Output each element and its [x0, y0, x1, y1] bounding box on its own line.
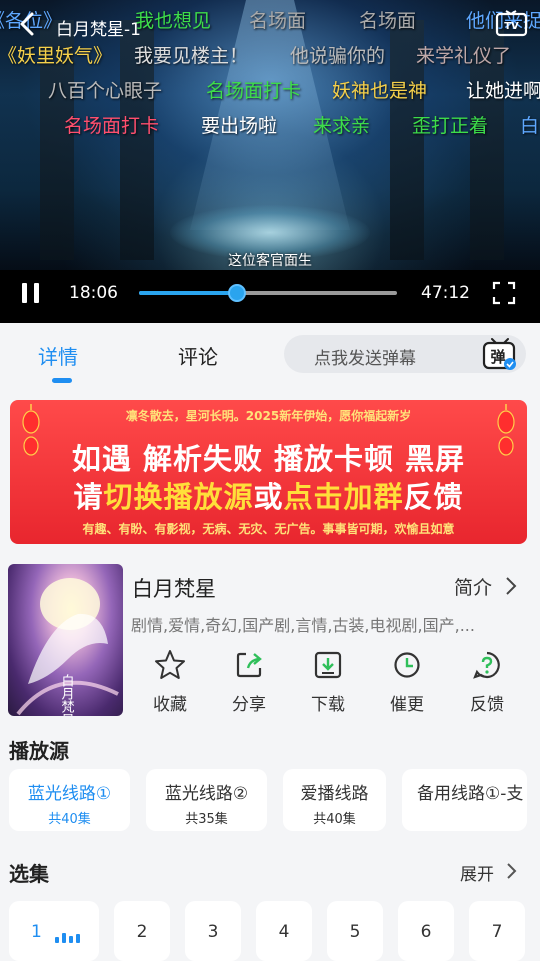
banner-greeting: 凛冬散去，星河长明。2025新年伊始，愿你福起新岁 — [125, 409, 412, 423]
tab-details[interactable]: 详情 — [38, 341, 78, 370]
source-option[interactable]: 备用线路①-支 — [402, 769, 527, 831]
download-button[interactable]: 下载 — [298, 648, 358, 715]
video-title: 白月梵星-1 — [56, 20, 141, 40]
share-button[interactable]: 分享 — [219, 648, 279, 715]
cast-tv-icon[interactable]: TV — [494, 9, 530, 41]
danmaku-comment: 让她进啊 — [466, 80, 540, 102]
danmaku-comment: 来求亲 — [313, 115, 371, 137]
danmaku-comment: 八百个心眼子 — [48, 80, 163, 102]
svg-text:TV: TV — [504, 21, 519, 32]
favorite-button[interactable]: 收藏 — [140, 648, 200, 715]
star-icon — [155, 650, 185, 679]
episode-button[interactable]: 7 — [469, 901, 525, 961]
seek-bar-progress — [139, 291, 238, 295]
now-playing-icon — [55, 931, 85, 943]
episode-button[interactable]: 5 — [327, 901, 383, 961]
show-title: 白月梵星 — [132, 577, 216, 601]
episode-button[interactable]: 1 — [9, 901, 99, 961]
danmaku-comment: 名场面打卡 — [206, 80, 302, 102]
chevron-right-icon[interactable] — [505, 862, 517, 880]
feedback-icon — [473, 651, 500, 679]
show-info: 白月梵星 白月梵星 简介 剧情,爱情,奇幻,国产剧,言情,古装,电视剧,国产,.… — [0, 556, 540, 726]
intro-link[interactable]: 简介 — [454, 573, 492, 600]
download-icon — [314, 651, 342, 679]
pause-icon[interactable] — [19, 281, 43, 305]
sources-heading: 播放源 — [9, 739, 69, 763]
player-top-bar: 白月梵星-1 TV — [0, 0, 540, 50]
banner-instruction: 请切换播放源或点击加群反馈 — [73, 480, 464, 514]
seek-bar-thumb[interactable] — [228, 284, 247, 302]
player-controls: 18:06 47:12 — [0, 272, 540, 314]
source-option[interactable]: 蓝光线路② 共35集 — [146, 769, 267, 831]
source-option[interactable]: 爱播线路 共40集 — [283, 769, 386, 831]
announcement-banner[interactable]: 凛冬散去，星河长明。2025新年伊始，愿你福起新岁 如遇 解析失败 播放卡顿 黑… — [10, 400, 527, 544]
tab-comments[interactable]: 评论 — [178, 341, 218, 370]
video-player[interactable]: 这位客官面生 《各位》 我也想见 名场面 名场面 他们来捉我 《妖里妖气》 我要… — [0, 0, 540, 323]
expand-episodes-link[interactable]: 展开 — [460, 860, 494, 885]
danmaku-comment: 歪打正着 — [412, 115, 489, 137]
feedback-button[interactable]: 反馈 — [457, 648, 517, 715]
episodes-heading: 选集 — [9, 862, 49, 886]
share-icon — [236, 652, 262, 678]
danmaku-comment: 妖神也是神 — [332, 80, 428, 102]
danmaku-comment: 名场面打卡 — [64, 115, 160, 137]
total-time: 47:12 — [421, 283, 470, 303]
tab-active-indicator — [52, 378, 72, 383]
show-genres: 剧情,爱情,奇幻,国产剧,言情,古装,电视剧,国产,... — [131, 616, 475, 635]
back-arrow-icon[interactable] — [14, 10, 42, 38]
episode-button[interactable]: 4 — [256, 901, 312, 961]
source-option[interactable]: 蓝光线路① 共40集 — [9, 769, 130, 831]
danmaku-input-placeholder: 点我发送弹幕 — [314, 349, 416, 369]
banner-headline: 如遇 解析失败 播放卡顿 黑屏 — [71, 442, 466, 476]
danmaku-toggle-icon[interactable]: 弹 — [482, 337, 518, 371]
video-subtitle: 这位客官面生 — [228, 253, 312, 269]
seek-bar[interactable] — [139, 284, 397, 302]
fullscreen-icon[interactable] — [492, 281, 516, 305]
poster-title-text: 白月梵星 — [59, 673, 75, 716]
danmaku-send-input[interactable]: 点我发送弹幕 弹 — [284, 335, 526, 373]
episode-button[interactable]: 3 — [185, 901, 241, 961]
episode-button[interactable]: 6 — [398, 901, 454, 961]
danmaku-comment: 要出场啦 — [201, 115, 278, 137]
danmaku-icon-glyph: 弹 — [490, 348, 505, 366]
chevron-right-icon[interactable] — [504, 576, 518, 596]
banner-blessing: 有趣、有盼、有影视，无病、无灾、无广告。事事皆可期，欢愉且如意 — [82, 522, 455, 536]
tabs-bar: 详情 评论 点我发送弹幕 弹 — [0, 323, 540, 390]
danmaku-comment: 白 — [520, 115, 540, 137]
poster-art: 白月梵星 — [16, 578, 119, 716]
episode-button[interactable]: 2 — [114, 901, 170, 961]
show-poster[interactable]: 白月梵星 — [8, 564, 123, 716]
clock-icon — [394, 652, 420, 678]
request-update-button[interactable]: 催更 — [377, 648, 437, 715]
current-time: 18:06 — [69, 283, 118, 303]
